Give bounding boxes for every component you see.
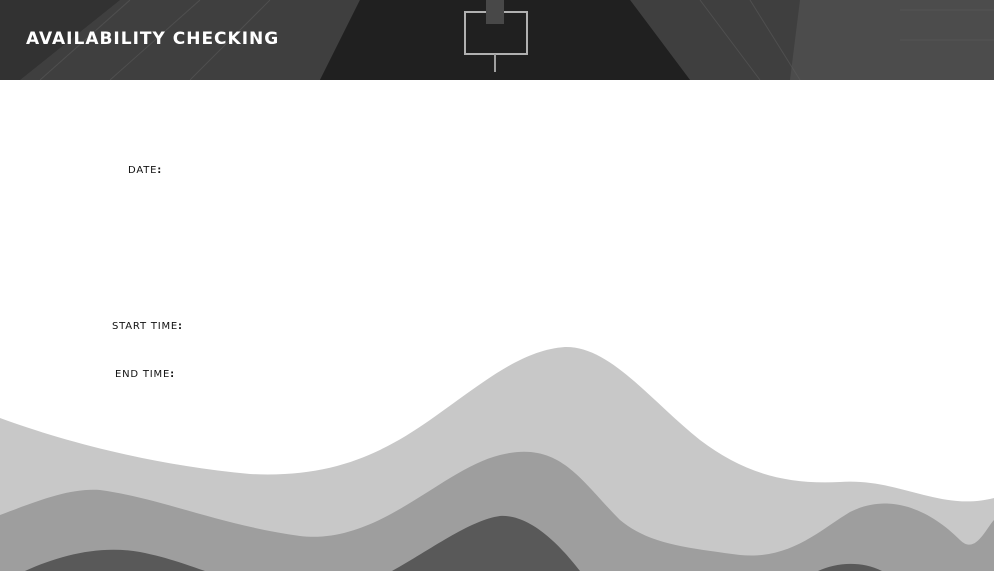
wave-dark-right — [818, 563, 882, 571]
page-title: AVAILABILITY CHECKING — [26, 29, 280, 49]
start-time-label-colon: : — [178, 321, 183, 332]
end-time-label-colon: : — [170, 369, 175, 380]
date-label-text: DATE — [128, 165, 158, 176]
date-label: DATE: — [128, 164, 162, 178]
start-time-label: START TIME: — [112, 320, 183, 334]
wave-medium — [0, 451, 994, 571]
availability-page: AVAILABILITY CHECKING DATE: START TIME: … — [0, 0, 994, 571]
wave-dark-center — [392, 515, 580, 571]
wave-dark — [25, 549, 205, 571]
date-label-colon: : — [157, 165, 163, 176]
decorative-waves — [0, 346, 994, 571]
end-time-label: END TIME: — [115, 368, 175, 382]
start-time-label-text: START TIME — [112, 321, 179, 332]
header-banner: AVAILABILITY CHECKING — [0, 0, 994, 80]
end-time-label-text: END TIME — [115, 369, 171, 380]
